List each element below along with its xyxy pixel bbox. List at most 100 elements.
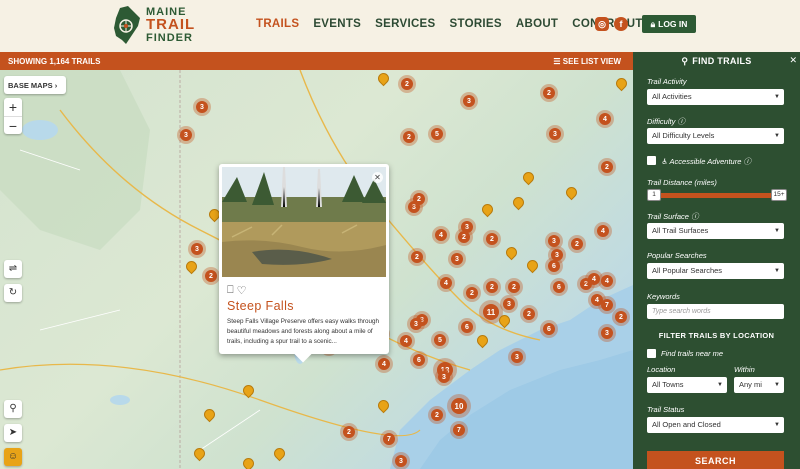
- trail-cluster-marker[interactable]: 2: [400, 128, 418, 146]
- trail-cluster-marker[interactable]: 3: [546, 125, 564, 143]
- trail-cluster-marker[interactable]: 10: [447, 394, 471, 418]
- cluster-count: 3: [549, 128, 561, 140]
- trail-cluster-marker[interactable]: 2: [520, 305, 538, 323]
- nav-events[interactable]: EVENTS: [313, 18, 361, 30]
- distance-min-handle[interactable]: 1: [647, 189, 661, 201]
- trail-cluster-marker[interactable]: 3: [435, 368, 453, 386]
- trail-cluster-marker[interactable]: 3: [460, 92, 478, 110]
- trail-cluster-marker[interactable]: 5: [431, 331, 449, 349]
- bookmark-icon[interactable]: ⎕: [227, 284, 234, 297]
- accessible-label: ♿︎ Accessible Adventure ⓘ: [661, 156, 751, 167]
- location-select[interactable]: All Towns: [647, 377, 727, 393]
- trail-cluster-marker[interactable]: 2: [540, 84, 558, 102]
- street-view-pegman-icon[interactable]: ☺: [4, 448, 22, 466]
- trail-cluster-marker[interactable]: 2: [483, 278, 501, 296]
- within-select[interactable]: Any mi: [734, 377, 784, 393]
- nav-trails[interactable]: TRAILS: [256, 18, 299, 30]
- logo-line-2: TRAIL: [146, 16, 196, 33]
- trail-cluster-marker[interactable]: 2: [340, 423, 358, 441]
- location-pin-button[interactable]: ⚲: [4, 400, 22, 418]
- filter-map-button[interactable]: ⇌: [4, 260, 22, 278]
- login-button[interactable]: 🔒︎ LOG IN: [642, 15, 696, 33]
- trail-cluster-marker[interactable]: 6: [540, 320, 558, 338]
- difficulty-select[interactable]: All Difficulty Levels: [647, 128, 784, 144]
- zoom-in-button[interactable]: +: [4, 98, 22, 116]
- trail-cluster-marker[interactable]: 2: [398, 75, 416, 93]
- distance-max-handle[interactable]: 15+: [771, 189, 787, 201]
- base-maps-button[interactable]: BASE MAPS ›: [4, 76, 66, 94]
- trail-cluster-marker[interactable]: 7: [598, 296, 616, 314]
- nav-services[interactable]: SERVICES: [375, 18, 435, 30]
- cluster-count: 4: [435, 229, 447, 241]
- keywords-input[interactable]: Type search words: [647, 304, 784, 319]
- trail-cluster-marker[interactable]: 3: [407, 315, 425, 333]
- trail-cluster-marker[interactable]: 2: [598, 158, 616, 176]
- trail-cluster-marker[interactable]: 3: [188, 240, 206, 258]
- trail-cluster-marker[interactable]: 6: [458, 318, 476, 336]
- trail-cluster-marker[interactable]: 2: [455, 228, 473, 246]
- trail-cluster-marker[interactable]: 7: [450, 421, 468, 439]
- trail-cluster-marker[interactable]: 2: [463, 284, 481, 302]
- heart-icon[interactable]: ♡: [237, 284, 247, 297]
- surface-label-text: Trail Surface: [647, 212, 689, 221]
- trail-popup[interactable]: ✕ ⎕ ♡ Steep Falls Steep Falls Village Pr…: [219, 164, 389, 363]
- close-popup-icon[interactable]: ✕: [372, 172, 383, 183]
- trail-cluster-marker[interactable]: 3: [193, 98, 211, 116]
- accessible-checkbox[interactable]: [647, 156, 656, 165]
- locate-me-button[interactable]: ➤: [4, 424, 22, 442]
- nav-stories[interactable]: STORIES: [450, 18, 502, 30]
- info-icon[interactable]: ⓘ: [691, 212, 699, 221]
- trail-cluster-marker[interactable]: 2: [612, 308, 630, 326]
- cluster-count: 3: [511, 351, 523, 363]
- trail-cluster-marker[interactable]: 4: [437, 274, 455, 292]
- distance-slider[interactable]: 1 15+: [647, 189, 787, 201]
- popup-trail-title[interactable]: Steep Falls: [227, 299, 294, 313]
- status-select[interactable]: All Open and Closed: [647, 417, 784, 433]
- trail-cluster-marker[interactable]: 4: [598, 272, 616, 290]
- activity-select[interactable]: All Activities: [647, 89, 784, 105]
- trail-cluster-marker[interactable]: 2: [410, 190, 428, 208]
- trail-cluster-marker[interactable]: 6: [550, 278, 568, 296]
- trail-cluster-marker[interactable]: 4: [432, 226, 450, 244]
- difficulty-label-text: Difficulty: [647, 117, 676, 126]
- base-maps-label: BASE MAPS: [8, 80, 53, 90]
- trail-cluster-marker[interactable]: 3: [548, 246, 566, 264]
- close-sidebar-icon[interactable]: ✕: [789, 55, 797, 66]
- trail-cluster-marker[interactable]: 3: [177, 126, 195, 144]
- trail-cluster-marker[interactable]: 4: [397, 332, 415, 350]
- trail-cluster-marker[interactable]: 4: [596, 110, 614, 128]
- surface-select[interactable]: All Trail Surfaces: [647, 223, 784, 239]
- trail-cluster-marker[interactable]: 6: [410, 351, 428, 369]
- trail-cluster-marker[interactable]: 2: [505, 278, 523, 296]
- trail-cluster-marker[interactable]: 3: [448, 250, 466, 268]
- trail-cluster-marker[interactable]: 2: [428, 406, 446, 424]
- facebook-icon[interactable]: f: [614, 17, 628, 31]
- near-me-checkbox[interactable]: [647, 349, 656, 358]
- cluster-count: 7: [601, 299, 613, 311]
- trail-cluster-marker[interactable]: 3: [508, 348, 526, 366]
- trail-cluster-marker[interactable]: 2: [202, 267, 220, 285]
- trail-cluster-marker[interactable]: 4: [375, 355, 393, 373]
- trail-cluster-marker[interactable]: 2: [568, 235, 586, 253]
- trail-cluster-marker[interactable]: 4: [594, 222, 612, 240]
- trail-cluster-marker[interactable]: 7: [380, 430, 398, 448]
- nav-about[interactable]: ABOUT: [516, 18, 558, 30]
- reset-view-button[interactable]: ↻: [4, 284, 22, 302]
- popular-select[interactable]: All Popular Searches: [647, 263, 784, 279]
- trail-cluster-marker[interactable]: 2: [483, 230, 501, 248]
- trail-cluster-marker[interactable]: 3: [392, 452, 410, 469]
- cluster-count: 2: [523, 308, 535, 320]
- site-logo[interactable]: MAINE TRAIL FINDER: [112, 6, 195, 44]
- trail-cluster-marker[interactable]: 5: [428, 125, 446, 143]
- cluster-count: 7: [453, 424, 465, 436]
- search-button[interactable]: SEARCH: [647, 451, 784, 469]
- trail-cluster-marker[interactable]: 3: [598, 324, 616, 342]
- info-icon[interactable]: ⓘ: [677, 117, 685, 126]
- info-icon[interactable]: ⓘ: [743, 157, 751, 166]
- list-view-link[interactable]: ☰ SEE LIST VIEW: [553, 57, 621, 66]
- trail-map[interactable]: BASE MAPS › + − ⇌ ↻ ⚲ ➤ ☺ 23233523423243…: [0, 70, 633, 469]
- instagram-icon[interactable]: ◎: [595, 17, 609, 31]
- trail-cluster-marker[interactable]: 2: [408, 248, 426, 266]
- cluster-count: 2: [601, 161, 613, 173]
- zoom-out-button[interactable]: −: [4, 116, 22, 134]
